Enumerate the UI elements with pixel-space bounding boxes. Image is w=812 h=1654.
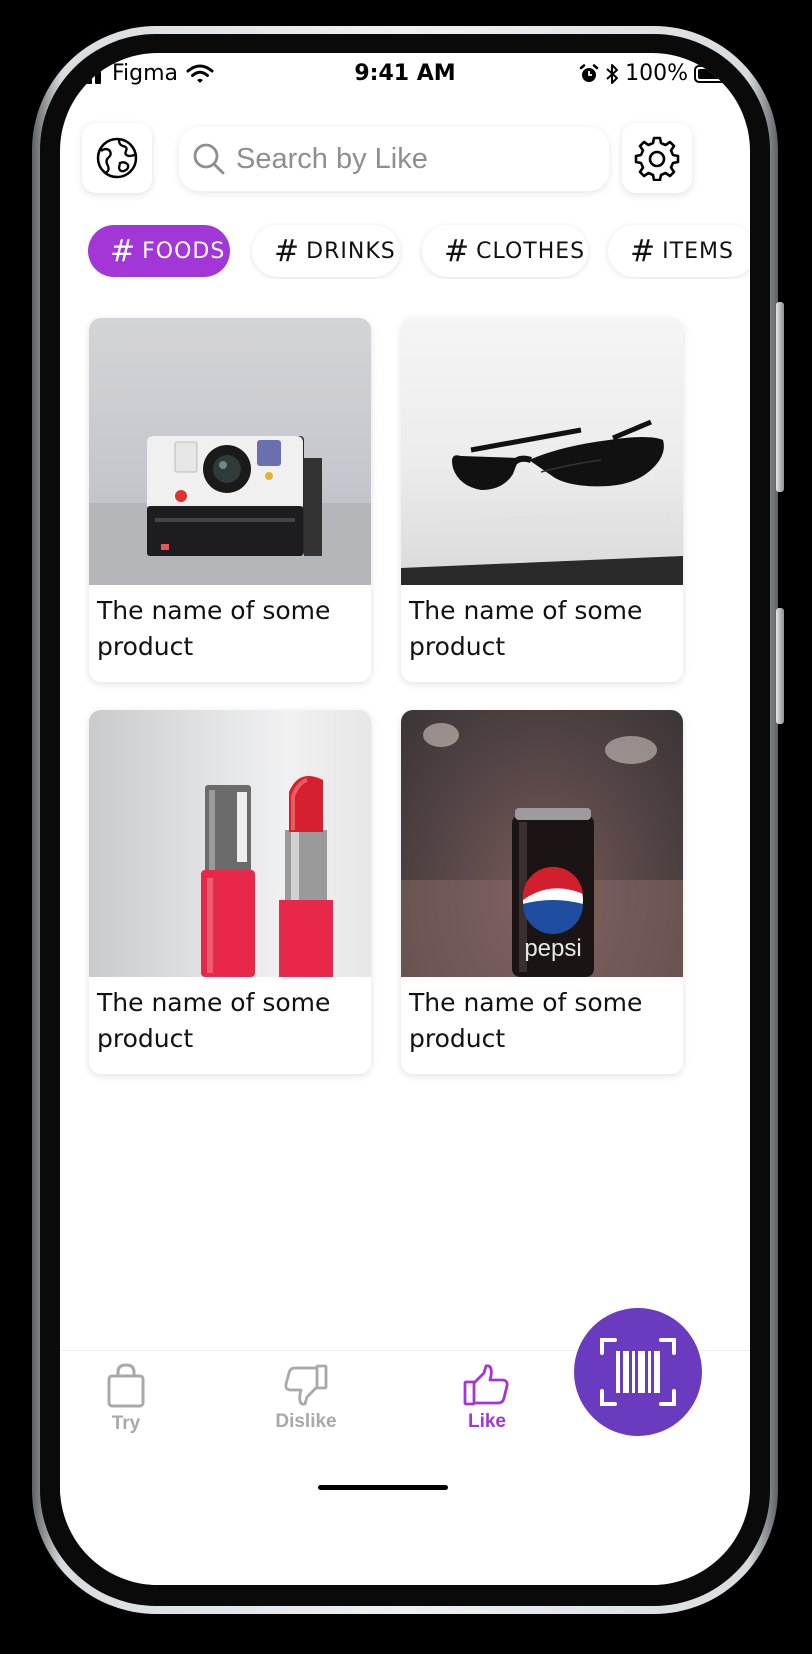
tab-like[interactable]: Like <box>427 1363 547 1433</box>
svg-text:pepsi: pepsi <box>524 935 581 962</box>
battery-icon <box>694 64 737 83</box>
search-icon <box>193 143 225 175</box>
chip-label: FOODS <box>142 238 226 264</box>
globe-button[interactable] <box>82 123 152 193</box>
thumbs-down-icon <box>284 1364 328 1406</box>
tab-try[interactable]: Try <box>66 1363 186 1435</box>
chip-drinks[interactable]: # DRINKS <box>252 225 400 277</box>
product-name: The name of some product <box>97 988 331 1053</box>
chip-foods[interactable]: # FOODS <box>88 225 230 277</box>
product-card[interactable]: The name of some product <box>401 318 683 682</box>
screen: Figma 9:41 AM 100% Search by Like # FOOD… <box>60 53 750 1585</box>
product-name: The name of some product <box>97 596 331 661</box>
chip-label: CLOTHES <box>476 238 586 264</box>
search-input[interactable] <box>234 141 598 177</box>
category-chips: # FOODS # DRINKS # CLOTHES # ITEMS <box>60 223 750 279</box>
product-card[interactable]: pepsi The name of some product <box>401 710 683 1074</box>
product-image <box>89 710 371 977</box>
product-name: The name of some product <box>409 988 643 1053</box>
product-name: The name of some product <box>409 596 643 661</box>
home-indicator[interactable] <box>318 1485 448 1490</box>
chip-label: DRINKS <box>306 238 396 264</box>
chip-label: ITEMS <box>662 238 734 264</box>
tab-label: Try <box>111 1413 141 1434</box>
tab-label: Like <box>467 1411 507 1432</box>
battery-percent: 100% <box>625 61 688 86</box>
thumbs-up-icon <box>463 1364 509 1406</box>
phone-side-button-upper <box>776 302 784 492</box>
gear-icon <box>634 136 680 181</box>
search-bar[interactable] <box>179 127 609 191</box>
shopping-bag-icon <box>107 1363 145 1408</box>
product-card[interactable]: The name of some product <box>89 318 371 682</box>
phone-side-button-lower <box>776 608 784 724</box>
barcode-scan-icon <box>600 1338 676 1406</box>
lipstick-and-nail-polish-image <box>201 776 333 977</box>
globe-icon <box>96 137 138 179</box>
sunglasses-image <box>401 419 683 585</box>
chip-items[interactable]: # ITEMS <box>608 225 750 277</box>
chip-clothes[interactable]: # CLOTHES <box>422 225 588 277</box>
scan-button[interactable] <box>574 1308 702 1436</box>
product-image <box>89 318 371 585</box>
product-image <box>401 318 683 585</box>
status-bar: Figma 9:41 AM 100% <box>60 53 750 99</box>
settings-button[interactable] <box>622 123 692 193</box>
bluetooth-icon <box>606 63 619 84</box>
instant-camera-image <box>89 436 371 585</box>
tab-dislike[interactable]: Dislike <box>246 1363 366 1433</box>
soda-can-image: pepsi <box>401 723 683 977</box>
alarm-icon <box>579 63 599 82</box>
product-image: pepsi <box>401 710 683 977</box>
tab-label: Dislike <box>275 1411 337 1432</box>
product-card[interactable]: The name of some product <box>89 710 371 1074</box>
